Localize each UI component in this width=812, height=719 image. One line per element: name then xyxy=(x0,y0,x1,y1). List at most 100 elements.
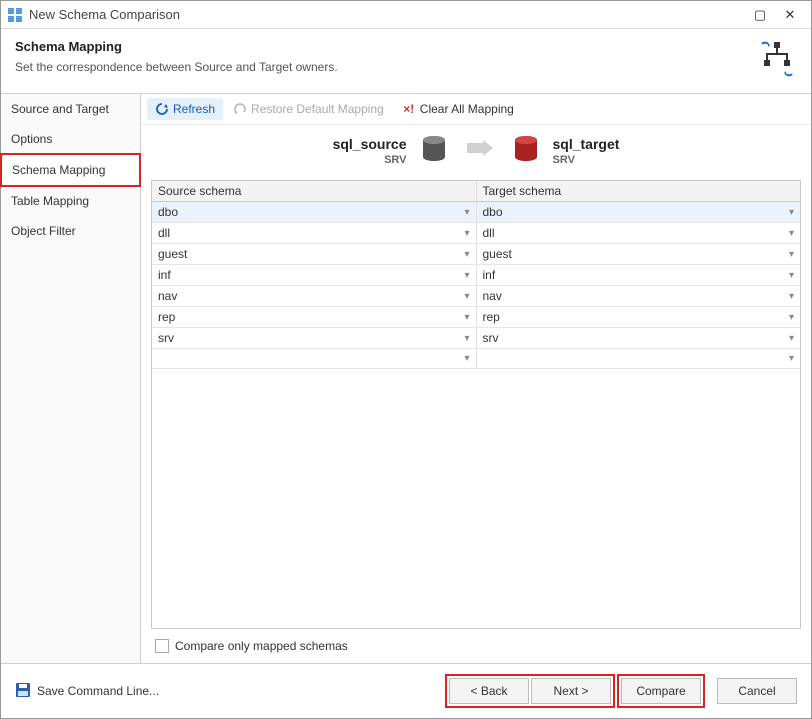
dropdown-icon[interactable]: ▾ xyxy=(464,207,469,218)
refresh-button[interactable]: Refresh xyxy=(147,98,223,120)
source-schema-cell[interactable]: dbo ▾ xyxy=(152,202,477,222)
back-next-highlight: < Back Next > xyxy=(445,674,615,708)
sidebar-item-source-and-target[interactable]: Source and Target xyxy=(1,94,140,124)
target-schema-cell[interactable]: inf ▾ xyxy=(477,265,801,285)
schema-row: ▾▾ xyxy=(152,349,800,369)
target-schema-value: dll xyxy=(483,226,495,240)
save-command-line-button[interactable]: Save Command Line... xyxy=(15,682,159,701)
sidebar-item-schema-mapping[interactable]: Schema Mapping xyxy=(0,153,141,187)
source-db-name: sql_source xyxy=(333,136,407,152)
target-schema-value: dbo xyxy=(483,205,503,219)
clearall-label: Clear All Mapping xyxy=(420,102,514,116)
page-title: Schema Mapping xyxy=(15,39,338,54)
compare-only-mapped-row: Compare only mapped schemas xyxy=(141,629,811,663)
compare-only-mapped-checkbox[interactable] xyxy=(155,639,169,653)
next-button[interactable]: Next > xyxy=(531,678,611,704)
source-schema-value: nav xyxy=(158,289,177,303)
db-pair: sql_source SRV xyxy=(141,125,811,180)
undo-icon xyxy=(233,102,247,116)
dropdown-icon[interactable]: ▾ xyxy=(789,249,794,260)
target-schema-value: inf xyxy=(483,268,496,282)
target-schema-cell[interactable]: rep ▾ xyxy=(477,307,801,327)
target-schema-header: Target schema xyxy=(477,181,801,201)
target-schema-cell[interactable]: ▾ xyxy=(477,349,801,368)
sidebar-item-object-filter[interactable]: Object Filter xyxy=(1,216,140,246)
dropdown-icon[interactable]: ▾ xyxy=(464,228,469,239)
arrow-icon xyxy=(465,140,495,161)
restore-default-mapping-button[interactable]: Restore Default Mapping xyxy=(225,98,392,120)
dropdown-icon[interactable]: ▾ xyxy=(464,291,469,302)
sidebar-item-label: Schema Mapping xyxy=(12,163,105,177)
target-schema-value: guest xyxy=(483,247,512,261)
restore-label: Restore Default Mapping xyxy=(251,102,384,116)
compare-only-mapped-label: Compare only mapped schemas xyxy=(175,639,348,653)
source-schema-cell[interactable]: srv▾ xyxy=(152,328,477,348)
schema-row: nav▾nav▾ xyxy=(152,286,800,307)
back-button[interactable]: < Back xyxy=(449,678,529,704)
target-schema-cell[interactable]: guest ▾ xyxy=(477,244,801,264)
sidebar-item-label: Options xyxy=(11,132,52,146)
dropdown-icon[interactable]: ▾ xyxy=(789,270,794,281)
clear-icon: ×! xyxy=(402,102,416,116)
save-command-line-label: Save Command Line... xyxy=(37,684,159,698)
header-panel: Schema Mapping Set the correspondence be… xyxy=(1,29,811,94)
maximize-button[interactable]: ▢ xyxy=(745,1,775,28)
clear-all-mapping-button[interactable]: ×! Clear All Mapping xyxy=(394,98,522,120)
app-icon xyxy=(7,7,23,23)
target-schema-cell[interactable]: dll ▾ xyxy=(477,223,801,243)
schema-row: srv▾srv▾ xyxy=(152,328,800,349)
source-schema-cell[interactable]: nav ▾ xyxy=(152,286,477,306)
dropdown-icon[interactable]: ▾ xyxy=(464,312,469,323)
schema-row: dll ▾ dll ▾ xyxy=(152,223,800,244)
title-bar: New Schema Comparison ▢ ✕ xyxy=(1,1,811,29)
target-db-srv: SRV xyxy=(553,154,620,166)
source-schema-cell[interactable]: guest ▾ xyxy=(152,244,477,264)
cancel-button[interactable]: Cancel xyxy=(717,678,797,704)
window-title: New Schema Comparison xyxy=(29,7,745,22)
compare-button[interactable]: Compare xyxy=(621,678,701,704)
source-schema-cell[interactable]: ▾ xyxy=(152,349,477,368)
schema-row: guest ▾ guest ▾ xyxy=(152,244,800,265)
source-db-srv: SRV xyxy=(333,154,407,166)
main-panel: Refresh Restore Default Mapping ×! Clear… xyxy=(141,94,811,663)
save-icon xyxy=(15,682,31,701)
target-schema-cell[interactable]: nav▾ xyxy=(477,286,801,306)
target-schema-cell[interactable]: srv▾ xyxy=(477,328,801,348)
schema-mapping-table: Source schema Target schema dbo ▾ dbo ▾ dll ▾… xyxy=(151,180,801,629)
schema-row: dbo ▾ dbo ▾ xyxy=(152,202,800,223)
dropdown-icon[interactable]: ▾ xyxy=(789,228,794,239)
target-schema-cell[interactable]: dbo ▾ xyxy=(477,202,801,222)
dropdown-icon[interactable]: ▾ xyxy=(464,333,469,344)
source-schema-cell[interactable]: inf ▾ xyxy=(152,265,477,285)
target-db-name: sql_target xyxy=(553,136,620,152)
toolbar: Refresh Restore Default Mapping ×! Clear… xyxy=(141,94,811,125)
dropdown-icon[interactable]: ▾ xyxy=(464,249,469,260)
dropdown-icon[interactable]: ▾ xyxy=(789,353,794,364)
sidebar-item-table-mapping[interactable]: Table Mapping xyxy=(1,186,140,216)
source-schema-value: inf xyxy=(158,268,171,282)
sidebar: Source and Target Options Schema Mapping… xyxy=(1,94,141,663)
source-schema-cell[interactable]: rep ▾ xyxy=(152,307,477,327)
target-db-icon xyxy=(513,135,539,166)
source-schema-value: dbo xyxy=(158,205,178,219)
dropdown-icon[interactable]: ▾ xyxy=(789,312,794,323)
sidebar-item-label: Object Filter xyxy=(11,224,76,238)
refresh-icon xyxy=(155,102,169,116)
source-schema-header: Source schema xyxy=(152,181,477,201)
schema-mapping-icon xyxy=(757,39,797,79)
compare-highlight: Compare xyxy=(617,674,705,708)
source-schema-cell[interactable]: dll ▾ xyxy=(152,223,477,243)
source-schema-value: rep xyxy=(158,310,175,324)
close-button[interactable]: ✕ xyxy=(775,1,805,28)
sidebar-item-options[interactable]: Options xyxy=(1,124,140,154)
source-schema-value: guest xyxy=(158,247,187,261)
sidebar-item-label: Table Mapping xyxy=(11,194,89,208)
target-schema-value: rep xyxy=(483,310,500,324)
dropdown-icon[interactable]: ▾ xyxy=(789,291,794,302)
dropdown-icon[interactable]: ▾ xyxy=(464,270,469,281)
source-schema-value: dll xyxy=(158,226,170,240)
dropdown-icon[interactable]: ▾ xyxy=(789,333,794,344)
dropdown-icon[interactable]: ▾ xyxy=(464,353,469,364)
dropdown-icon[interactable]: ▾ xyxy=(789,207,794,218)
page-subtitle: Set the correspondence between Source an… xyxy=(15,60,338,74)
